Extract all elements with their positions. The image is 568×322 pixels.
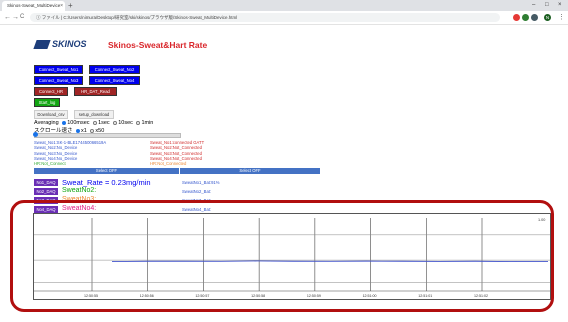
radio-label: 10sec (118, 120, 133, 126)
x-tick-label: 12:50:59 (307, 294, 321, 298)
start-log-button[interactable]: Start_log (34, 98, 60, 107)
address-bar[interactable]: ⓘ ファイル | C:/Users/nimura/Desktop/研究室/ski… (30, 13, 500, 22)
device-status-line: Sweat_No4:No_Device (34, 155, 78, 161)
minimize-icon[interactable]: – (532, 0, 535, 11)
forward-icon[interactable]: → (12, 11, 19, 24)
select-off-bar-right[interactable]: Select OFF (180, 168, 320, 174)
chart-svg: 12:50:55 12:50:56 12:50:57 12:50:58 12:50:59… (34, 218, 550, 298)
daq-button[interactable]: No2_DAQ (34, 188, 58, 195)
radio-x1[interactable] (76, 128, 81, 133)
daq-button[interactable]: No1_DAQ (34, 179, 58, 186)
extension-icon[interactable] (531, 14, 538, 21)
connection-status-line: Sweat_No4:Not_Connected (150, 155, 202, 161)
connection-status-line: Sweat_No1:connected GATT (150, 140, 205, 145)
setup-download-button[interactable]: setup_download (74, 110, 114, 119)
slider-handle[interactable] (33, 132, 38, 137)
radio-1sec[interactable] (93, 120, 98, 125)
profile-avatar[interactable]: N (544, 14, 551, 21)
new-tab-button[interactable]: + (68, 0, 73, 11)
x-tick-label: 12:50:55 (84, 294, 98, 298)
connect-sweat-no1-button[interactable]: Connect_Sweat_No1 (34, 65, 83, 74)
hr-dat-read-button[interactable]: HR_DAT_Read (74, 87, 117, 96)
device-status-line: HR:Not_Connect (34, 161, 66, 167)
radio-100msec[interactable] (62, 120, 67, 125)
connection-status-line: Sweat_No2:Not_Connected (150, 145, 202, 151)
browser-tab[interactable]: Skinos-Sweat_MultiDevice × (2, 1, 65, 11)
device-status-line: Sweat_No1:SK-1-BLE174450066519A (34, 140, 107, 145)
battery-status: SweatNo2_Bat: (182, 189, 212, 194)
chart-series-line (111, 260, 549, 263)
info-icon: ⓘ (36, 15, 41, 20)
sweat-rate-readout: SweatNo2: (62, 187, 97, 194)
x-tick-label: 12:50:58 (251, 294, 265, 298)
x-tick-label: 12:51:01 (418, 294, 432, 298)
tab-title: Skinos-Sweat_MultiDevice (7, 3, 61, 8)
device-status-line: Sweat_No2:No_Device (34, 145, 78, 151)
sweat-rate-chart: 12:50:55 12:50:56 12:50:57 12:50:58 12:50:59… (33, 213, 551, 300)
browser-tab-bar: Skinos-Sweat_MultiDevice × + – □ × (0, 0, 568, 11)
device-status-line: Sweat_No3:No_Device (34, 150, 78, 156)
x-tick-label: 12:51:02 (474, 294, 488, 298)
tab-close-icon[interactable]: × (60, 1, 63, 11)
reload-icon[interactable]: C (20, 11, 24, 24)
logo-text: SKINOS (52, 39, 87, 49)
extension-icon[interactable] (513, 14, 520, 21)
battery-status: SweatNo1_Bat:91% (182, 180, 220, 185)
select-off-bar-left[interactable]: Select OFF (34, 168, 179, 174)
page-title: Skinos-Sweat&Hart Rate (108, 40, 208, 50)
back-icon[interactable]: ← (4, 11, 11, 24)
skinos-logo-icon (33, 40, 51, 49)
radio-x50[interactable] (90, 128, 95, 133)
y-top-label: 1.00 (538, 218, 545, 222)
address-text: ファイル | C:/Users/nimura/Desktop/研究室/ski/s… (41, 15, 238, 20)
connect-sweat-no2-button[interactable]: Connect_Sweat_No2 (89, 65, 140, 74)
connection-status-line: HR:Not_Connected (150, 161, 187, 167)
close-window-icon[interactable]: × (558, 0, 562, 11)
scroll-speed-slider[interactable] (33, 132, 181, 138)
maximize-icon[interactable]: □ (545, 0, 549, 11)
connection-status-line: Sweat_No3:Not_Connected (150, 150, 202, 156)
connect-sweat-no4-button[interactable]: Connect_Sweat_No4 (89, 76, 140, 85)
download-csv-button[interactable]: Download_csv (34, 110, 68, 119)
connect-sweat-no3-button[interactable]: Connect_Sweat_No3 (34, 76, 83, 85)
x-tick-label: 12:51:00 (363, 294, 377, 298)
radio-10sec[interactable] (113, 120, 118, 125)
radio-1min[interactable] (136, 120, 141, 125)
extension-icon[interactable] (522, 14, 529, 21)
connect-hr-button[interactable]: Connect_HR (34, 87, 68, 96)
menu-icon[interactable]: ⋮ (558, 11, 565, 24)
radio-label: 1min (141, 120, 154, 126)
browser-toolbar: ← → C ⓘ ファイル | C:/Users/nimura/Desktop/研… (0, 11, 568, 25)
sweat-rate-readout: Sweat_Rate = 0.23mg/min (62, 178, 151, 187)
x-tick-label: 12:50:57 (195, 294, 209, 298)
x-tick-label: 12:50:56 (140, 294, 154, 298)
